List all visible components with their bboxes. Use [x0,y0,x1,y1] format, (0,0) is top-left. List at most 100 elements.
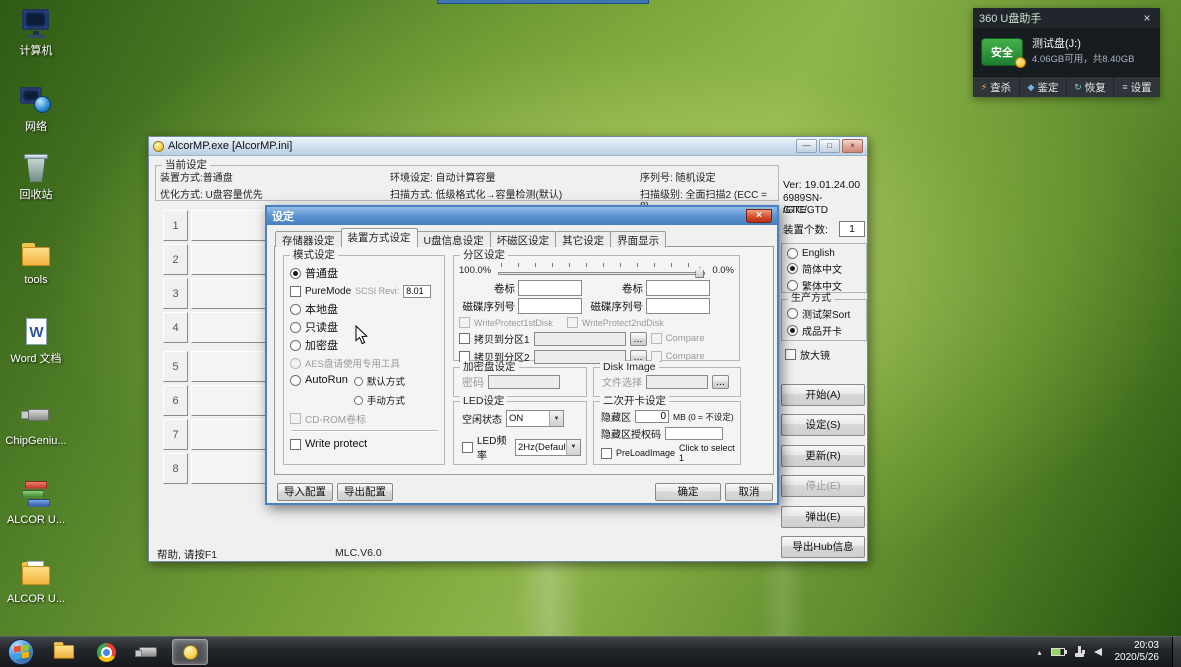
computer-icon [18,8,54,42]
radio-autorun-default[interactable]: 默认方式 [353,372,405,390]
checkbox-icon [290,412,301,424]
radio-icon [787,263,798,274]
ok-button[interactable]: 确定 [655,483,721,501]
copy-partition1-path [533,331,626,346]
taskbar-chrome-button[interactable] [88,639,124,665]
radio-lang-english[interactable]: English [787,248,862,259]
desktop-icon-alcor-archive[interactable]: ALCOR U... [4,477,68,526]
volume-input-1[interactable] [518,280,582,296]
serial-input-1[interactable] [518,298,582,314]
status-help-text: 帮助, 请按F1 [157,549,218,561]
chrome-icon [96,642,116,662]
tray-date: 2020/5/26 [1114,652,1160,663]
export-config-button[interactable]: 导出配置 [337,483,393,501]
desktop-icon-label: ALCOR U... [6,593,66,605]
checkbox-copy-partition1[interactable]: 拷贝到分区1 [459,331,530,346]
radio-icon [353,376,363,386]
checkbox-label: PureMode [305,285,352,297]
auth-code-input[interactable] [665,427,723,440]
serial-input-2[interactable] [646,298,710,314]
status-mlc-text: MLC.V6.0 [335,547,382,559]
slider-thumb[interactable] [695,267,705,278]
preload-image-value[interactable]: Click to select 1 [679,443,736,463]
clock[interactable]: 20:03 2020/5/26 [1111,640,1164,664]
export-hub-info-button[interactable]: 导出Hub信息 [781,536,865,558]
start-button[interactable] [8,639,34,665]
checkbox-icon[interactable] [601,447,612,459]
taskbar-usb-button[interactable] [130,639,166,665]
checkbox-icon[interactable] [462,441,473,453]
close-button[interactable]: × [842,139,863,153]
tab-bad-sector[interactable]: 坏磁区设定 [489,231,557,247]
usb-stick-icon [18,398,54,432]
start-button-a[interactable]: 开始(A) [781,384,865,406]
update-button[interactable]: 更新(R) [781,445,865,467]
volume-icon[interactable] [1081,648,1102,656]
close-icon[interactable]: × [1140,11,1154,25]
hidden-icons-arrow[interactable]: ▴ [1037,648,1041,657]
setup-button[interactable]: 设定(S) [781,414,865,436]
partition-slider[interactable] [498,262,706,278]
tab-other[interactable]: 其它设定 [555,231,612,247]
dialog-close-button[interactable]: × [746,209,772,223]
desktop-icon-chipgenius[interactable]: ChipGeniu... [4,398,68,447]
radio-encrypted-disk[interactable]: 加密盘 [290,336,440,354]
tab-usb-info[interactable]: U盘信息设定 [416,231,491,247]
radio-test-sort[interactable]: 测试架Sort [787,306,862,321]
checkbox-icon [290,285,301,297]
idle-state-select[interactable]: ON ▼ [506,410,564,427]
radio-finished-card[interactable]: 成品开卡 [787,323,862,338]
dialog-title: 设定 [272,211,294,223]
desktop-icon-tools[interactable]: tools [4,237,68,286]
radio-autorun-manual[interactable]: 手动方式 [353,391,405,409]
checkbox-puremode[interactable]: PureMode SCSI Revi: [290,282,440,300]
minimize-button[interactable]: — [796,139,817,153]
title-bar[interactable]: AlcorMP.exe [AlcorMP.ini] — □ × [149,137,867,156]
hidden-area-input[interactable] [635,410,669,423]
checkbox-write-protect[interactable]: Write protect [290,435,440,453]
dialog-title-bar[interactable]: 设定 × [267,207,777,225]
action-scan-button[interactable]: ⚡ 查杀 [973,77,1020,97]
secondary-card-group: 二次开卡设定 隐藏区 MB (0 = 不设定) 隐藏区授权码 PreLoadIm… [593,395,741,465]
scsi-rev-input[interactable] [403,284,432,298]
volume-input-2[interactable] [646,280,710,296]
browse-partition1-button[interactable]: ... [629,331,647,346]
radio-local-disk[interactable]: 本地盘 [290,300,440,318]
action-restore-button[interactable]: ↻ 恢复 [1067,77,1114,97]
battery-icon[interactable] [1050,648,1067,656]
radio-icon [787,308,798,319]
desktop-icon-computer[interactable]: 计算机 [4,8,68,57]
settings-icon: ≡ [1122,82,1128,92]
folder-icon [18,237,54,271]
eject-button[interactable]: 弹出(E) [781,506,865,528]
background-window-sliver [437,0,649,4]
radio-autorun[interactable]: AutoRun 默认方式 手动方式 [290,372,440,409]
cancel-button[interactable]: 取消 [725,483,773,501]
stop-button: 停止(E) [781,475,865,497]
taskbar-explorer-button[interactable] [46,639,82,665]
disk-image-group: Disk Image 文件选择 ... [593,361,741,397]
action-settings-button[interactable]: ≡ 设置 [1114,77,1160,97]
magnifier-checkbox[interactable]: 放大镜 [785,347,830,362]
show-desktop-button[interactable] [1172,636,1181,667]
action-verify-button[interactable]: ◆ 鉴定 [1020,77,1067,97]
radio-lang-traditional[interactable]: 繁体中文 [787,278,862,293]
tab-storage[interactable]: 存储器设定 [275,231,342,247]
radio-normal-disk[interactable]: 普通盘 [290,264,440,282]
radio-icon [787,280,798,291]
tab-ui-display[interactable]: 界面显示 [610,231,667,247]
radio-readonly-disk[interactable]: 只读盘 [290,318,440,336]
checkbox-label: Write protect [305,438,368,450]
radio-lang-simplified[interactable]: 简体中文 [787,261,862,276]
desktop-icon-alcor-folder[interactable]: ALCOR U... [4,556,68,605]
browse-image-button[interactable]: ... [712,374,729,389]
desktop-icon-recycle-bin[interactable]: 回收站 [4,152,68,201]
tab-device-mode[interactable]: 装置方式设定 [340,228,418,247]
taskbar-alcormp-button[interactable] [172,639,208,665]
import-config-button[interactable]: 导入配置 [277,483,333,501]
led-freq-select[interactable]: 2Hz(Default ▼ [515,438,581,456]
chevron-down-icon: ▼ [566,439,580,455]
desktop-icon-word-doc[interactable]: W Word 文档 [4,316,68,365]
desktop-icon-network[interactable]: 网络 [4,84,68,133]
maximize-button[interactable]: □ [819,139,840,153]
